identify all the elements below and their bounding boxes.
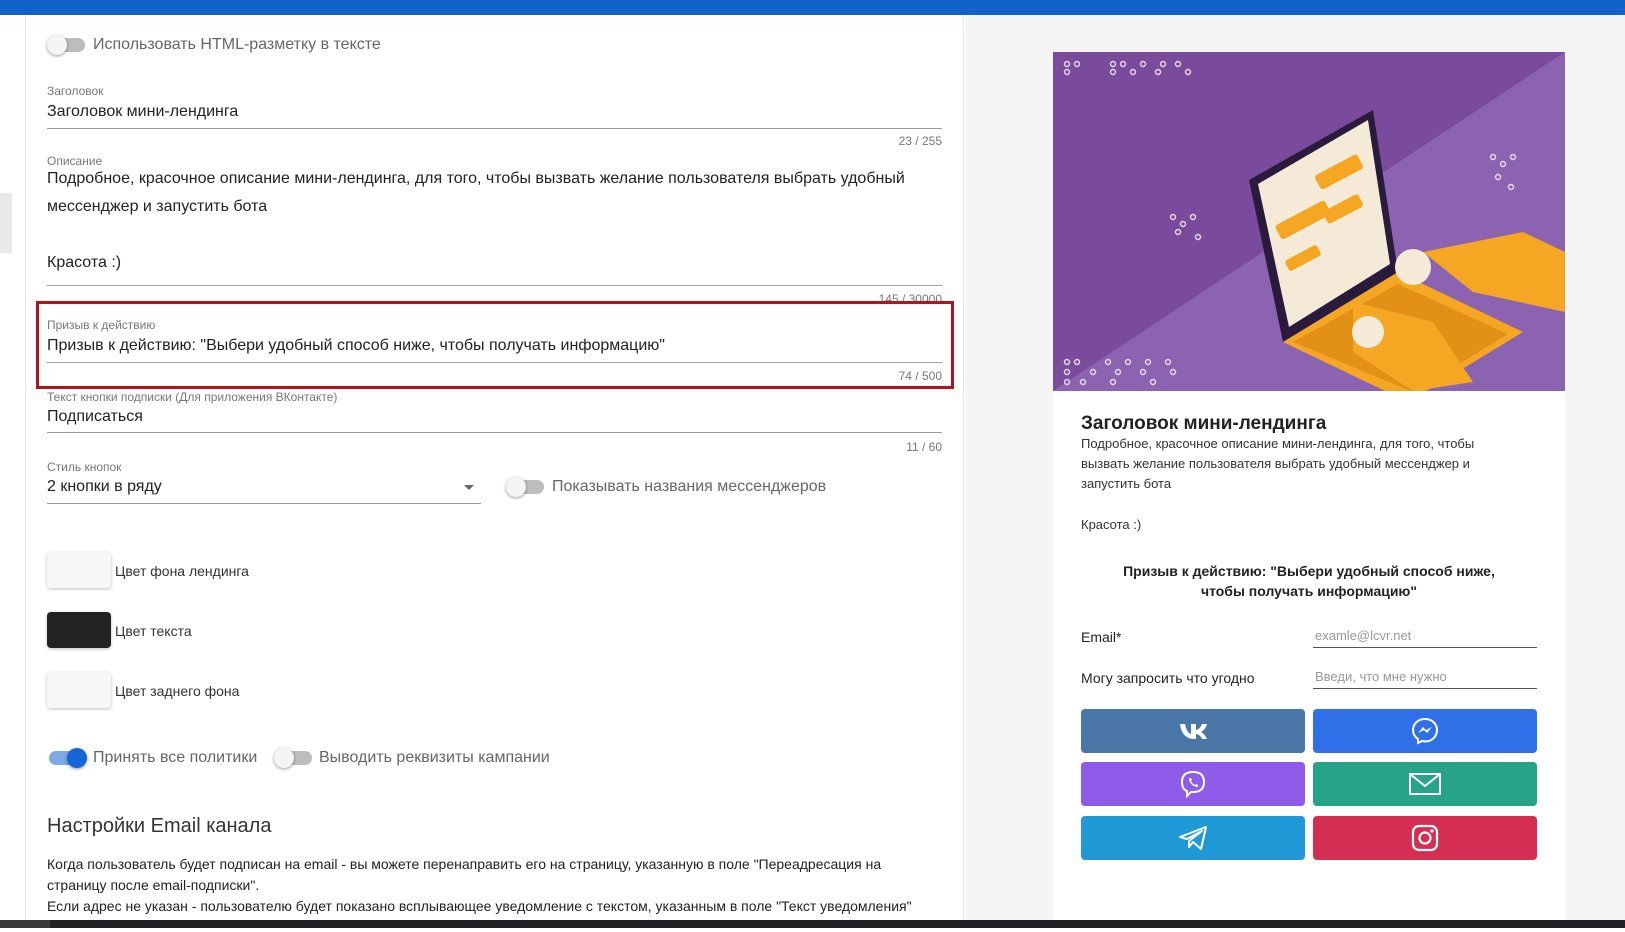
left-gutter xyxy=(0,15,26,925)
instagram-icon xyxy=(1411,824,1439,852)
preview-title: Заголовок мини-лендинга xyxy=(1081,413,1327,434)
scroll-tab[interactable] xyxy=(0,193,12,253)
show-requisites-toggle[interactable] xyxy=(274,748,312,768)
telegram-button[interactable] xyxy=(1081,816,1305,860)
accept-policies-label: Принять все политики xyxy=(93,749,258,766)
email-desc-line-2: страницу после email-подписки". xyxy=(47,877,260,893)
html-markup-toggle[interactable] xyxy=(47,35,85,55)
back-bg-color-label: Цвет заднего фона xyxy=(115,683,240,699)
viber-icon xyxy=(1180,770,1206,799)
description-field-underline xyxy=(47,285,942,286)
mail-icon xyxy=(1409,773,1441,795)
landing-preview-card: Заголовок мини-лендинга Подробное, красо… xyxy=(1053,52,1565,932)
dropdown-arrow-icon[interactable] xyxy=(464,485,474,490)
back-bg-color-swatch[interactable] xyxy=(47,672,111,708)
viber-button[interactable] xyxy=(1081,762,1305,806)
telegram-icon xyxy=(1179,826,1207,850)
description-line-2[interactable]: мессенджер и запустить бота xyxy=(47,198,267,216)
preview-desc-line-1: Подробное, красочное описание мини-ленди… xyxy=(1081,436,1475,451)
preview-cta-line-1: Призыв к действию: "Выбери удобный спосо… xyxy=(1123,563,1495,579)
toggle-knob xyxy=(506,477,526,497)
toggle-knob xyxy=(47,35,67,55)
preview-desc-line-2: вызвать желание пользователя выбрать удо… xyxy=(1081,456,1470,471)
show-requisites-label: Выводить реквизиты кампании xyxy=(319,749,550,766)
os-taskbar xyxy=(0,920,1625,928)
highlight-box xyxy=(36,301,954,389)
toggle-knob xyxy=(274,748,294,768)
title-field-input[interactable]: Заголовок мини-лендинга xyxy=(47,103,238,121)
button-style-select[interactable]: 2 кнопки в ряду xyxy=(47,478,162,496)
button-style-underline xyxy=(47,503,481,504)
vk-icon xyxy=(1180,724,1207,739)
preview-cta-line-2: чтобы получать информацию" xyxy=(1200,583,1418,599)
settings-form xyxy=(27,15,964,925)
text-color-label: Цвет текста xyxy=(115,623,192,639)
show-names-toggle[interactable] xyxy=(506,477,544,497)
email-section-title: Настройки Email канала xyxy=(47,815,272,837)
title-field-label: Заголовок xyxy=(47,84,104,98)
subscribe-field-input[interactable]: Подписаться xyxy=(47,408,143,426)
html-markup-label: Использовать HTML-разметку в тексте xyxy=(93,36,381,53)
laptop-robot-illustration xyxy=(1053,52,1565,391)
messenger-button[interactable] xyxy=(1313,709,1537,753)
description-line-1[interactable]: Подробное, красочное описание мини-ленди… xyxy=(47,170,905,188)
preview-desc-line-4: Красота :) xyxy=(1081,517,1142,532)
button-style-label: Стиль кнопок xyxy=(47,460,122,474)
toggle-knob xyxy=(67,748,87,768)
accept-policies-toggle[interactable] xyxy=(49,748,87,768)
preview-email-label: Email* xyxy=(1081,629,1122,645)
email-desc-line-3: Если адрес не указан - пользователю буде… xyxy=(47,898,912,914)
email-button[interactable] xyxy=(1313,762,1537,806)
subscribe-field-underline xyxy=(47,432,942,433)
instagram-button[interactable] xyxy=(1313,816,1537,860)
landing-bg-color-swatch[interactable] xyxy=(47,552,111,588)
landing-bg-color-label: Цвет фона лендинга xyxy=(115,563,249,579)
subscribe-field-counter: 11 / 60 xyxy=(906,440,942,454)
show-names-label: Показывать названия мессенджеров xyxy=(552,478,827,495)
preview-email-input[interactable] xyxy=(1313,624,1537,648)
description-line-3[interactable]: Красота :) xyxy=(47,254,121,272)
title-field-counter: 23 / 255 xyxy=(898,134,942,148)
description-field-label: Описание xyxy=(47,154,103,168)
text-color-swatch[interactable] xyxy=(47,612,111,648)
subscribe-field-label: Текст кнопки подписки (Для приложения ВК… xyxy=(47,390,338,404)
preview-desc-line-3: запустить бота xyxy=(1081,476,1172,491)
title-field-underline xyxy=(47,128,942,129)
messenger-icon xyxy=(1411,717,1439,745)
email-desc-line-1: Когда пользователь будет подписан на ema… xyxy=(47,856,882,872)
hero-illustration xyxy=(1053,52,1565,391)
taskbar-segment xyxy=(0,920,50,928)
vk-button[interactable] xyxy=(1081,709,1305,753)
preview-request-label: Могу запросить что угодно xyxy=(1081,670,1255,686)
top-app-bar xyxy=(0,0,1625,15)
preview-request-input[interactable] xyxy=(1313,665,1537,689)
